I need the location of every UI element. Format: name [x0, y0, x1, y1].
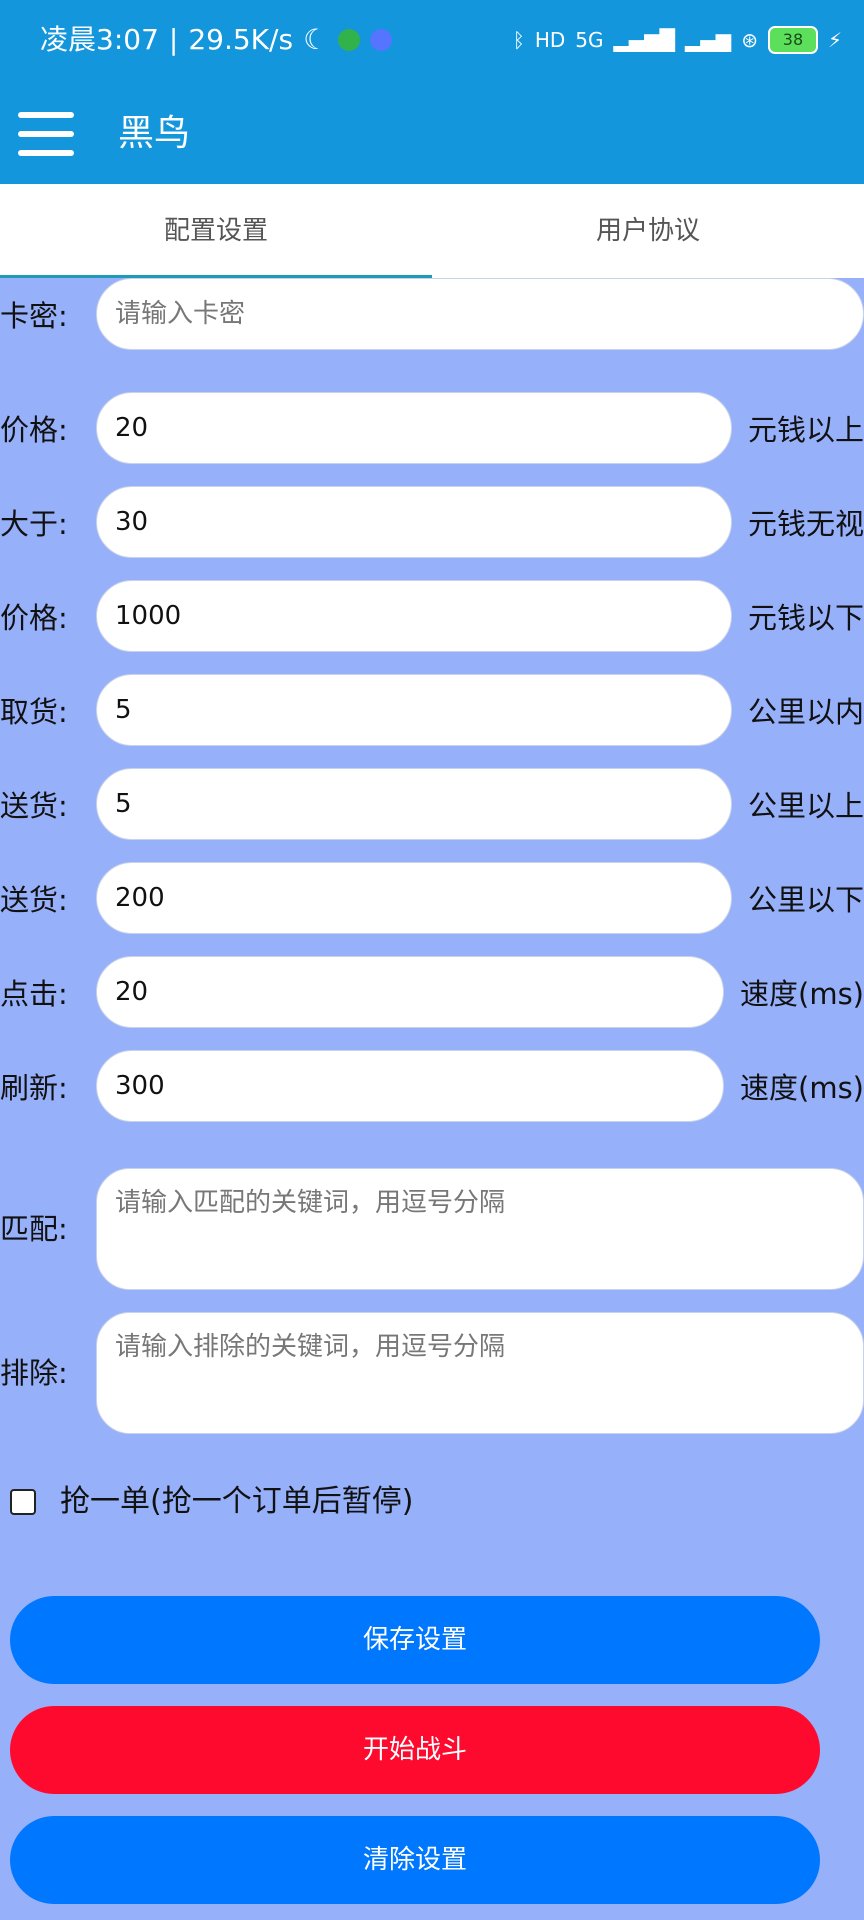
- battery-indicator: 38: [767, 26, 818, 54]
- hd-icon: HD: [534, 28, 566, 52]
- refresh-speed-label: 刷新:: [0, 1071, 68, 1105]
- price-ignore-label: 大于:: [0, 507, 68, 541]
- pickup-input[interactable]: [96, 674, 732, 746]
- tab-user-agreement[interactable]: 用户协议: [432, 184, 864, 278]
- signal-icon: 5G: [575, 28, 604, 52]
- charging-icon: ⚡: [827, 28, 842, 52]
- match-label: 匹配:: [0, 1212, 68, 1246]
- grab-one-option[interactable]: 抢一单(抢一个订单后暂停): [10, 1484, 413, 1520]
- price-min-suffix: 元钱以上: [747, 413, 864, 447]
- app-bar: 黑鸟: [0, 80, 864, 184]
- delivery-min-input[interactable]: [96, 768, 732, 840]
- start-battle-button[interactable]: 开始战斗: [10, 1706, 820, 1794]
- match-keywords-input[interactable]: [96, 1168, 864, 1290]
- app-title: 黑鸟: [118, 113, 191, 154]
- secondary-signal-icon: ▂▄▆: [685, 28, 732, 52]
- bluetooth-icon: ᛒ: [512, 28, 525, 52]
- status-left: 凌晨3:07 | 29.5K/s ☾: [40, 22, 393, 58]
- network-speed: 29.5K/s: [188, 23, 294, 56]
- hotspot-icon: ⊛: [741, 28, 758, 52]
- menu-icon[interactable]: [18, 112, 74, 156]
- click-speed-input[interactable]: [96, 956, 724, 1028]
- card-label: 卡密:: [0, 299, 68, 333]
- refresh-speed-input[interactable]: [96, 1050, 724, 1122]
- grab-one-checkbox[interactable]: [10, 1489, 36, 1515]
- click-speed-label: 点击:: [0, 977, 68, 1011]
- grab-one-label: 抢一单(抢一个订单后暂停): [60, 1484, 414, 1519]
- delivery-max-input[interactable]: [96, 862, 732, 934]
- pickup-label: 取货:: [0, 695, 68, 729]
- status-right: ᛒ HD 5G ▂▄▆█ ▂▄▆ ⊛ 38 ⚡: [513, 22, 842, 58]
- app-icon: [370, 29, 393, 51]
- price-max-input[interactable]: [96, 580, 732, 652]
- delivery-min-label: 送货:: [0, 789, 68, 823]
- price-min-label: 价格:: [0, 413, 68, 447]
- exclude-keywords-input[interactable]: [96, 1312, 864, 1434]
- tab-config-settings[interactable]: 配置设置: [0, 184, 432, 278]
- click-speed-suffix: 速度(ms): [740, 977, 864, 1011]
- price-ignore-input[interactable]: [96, 486, 732, 558]
- price-max-suffix: 元钱以下: [747, 601, 864, 635]
- tab-bar: 配置设置 用户协议: [0, 184, 864, 278]
- moon-icon: ☾: [303, 23, 329, 56]
- card-input[interactable]: [96, 278, 864, 350]
- delivery-max-label: 送货:: [0, 883, 68, 917]
- status-divider: |: [168, 23, 179, 56]
- delivery-max-suffix: 公里以下: [747, 883, 864, 917]
- price-ignore-suffix: 元钱无视: [747, 507, 864, 541]
- delivery-min-suffix: 公里以上: [747, 789, 864, 823]
- save-settings-button[interactable]: 保存设置: [10, 1596, 820, 1684]
- status-bar: 凌晨3:07 | 29.5K/s ☾ ᛒ HD 5G ▂▄▆█ ▂▄▆ ⊛ 38…: [0, 0, 864, 80]
- price-max-label: 价格:: [0, 601, 68, 635]
- exclude-label: 排除:: [0, 1356, 68, 1390]
- status-time: 凌晨3:07: [40, 23, 159, 56]
- bars-icon: ▂▄▆█: [613, 28, 676, 52]
- refresh-speed-suffix: 速度(ms): [740, 1071, 864, 1105]
- pickup-suffix: 公里以内: [747, 695, 864, 729]
- clear-settings-button[interactable]: 清除设置: [10, 1816, 820, 1904]
- android-app-icon: [338, 29, 361, 51]
- price-min-input[interactable]: [96, 392, 732, 464]
